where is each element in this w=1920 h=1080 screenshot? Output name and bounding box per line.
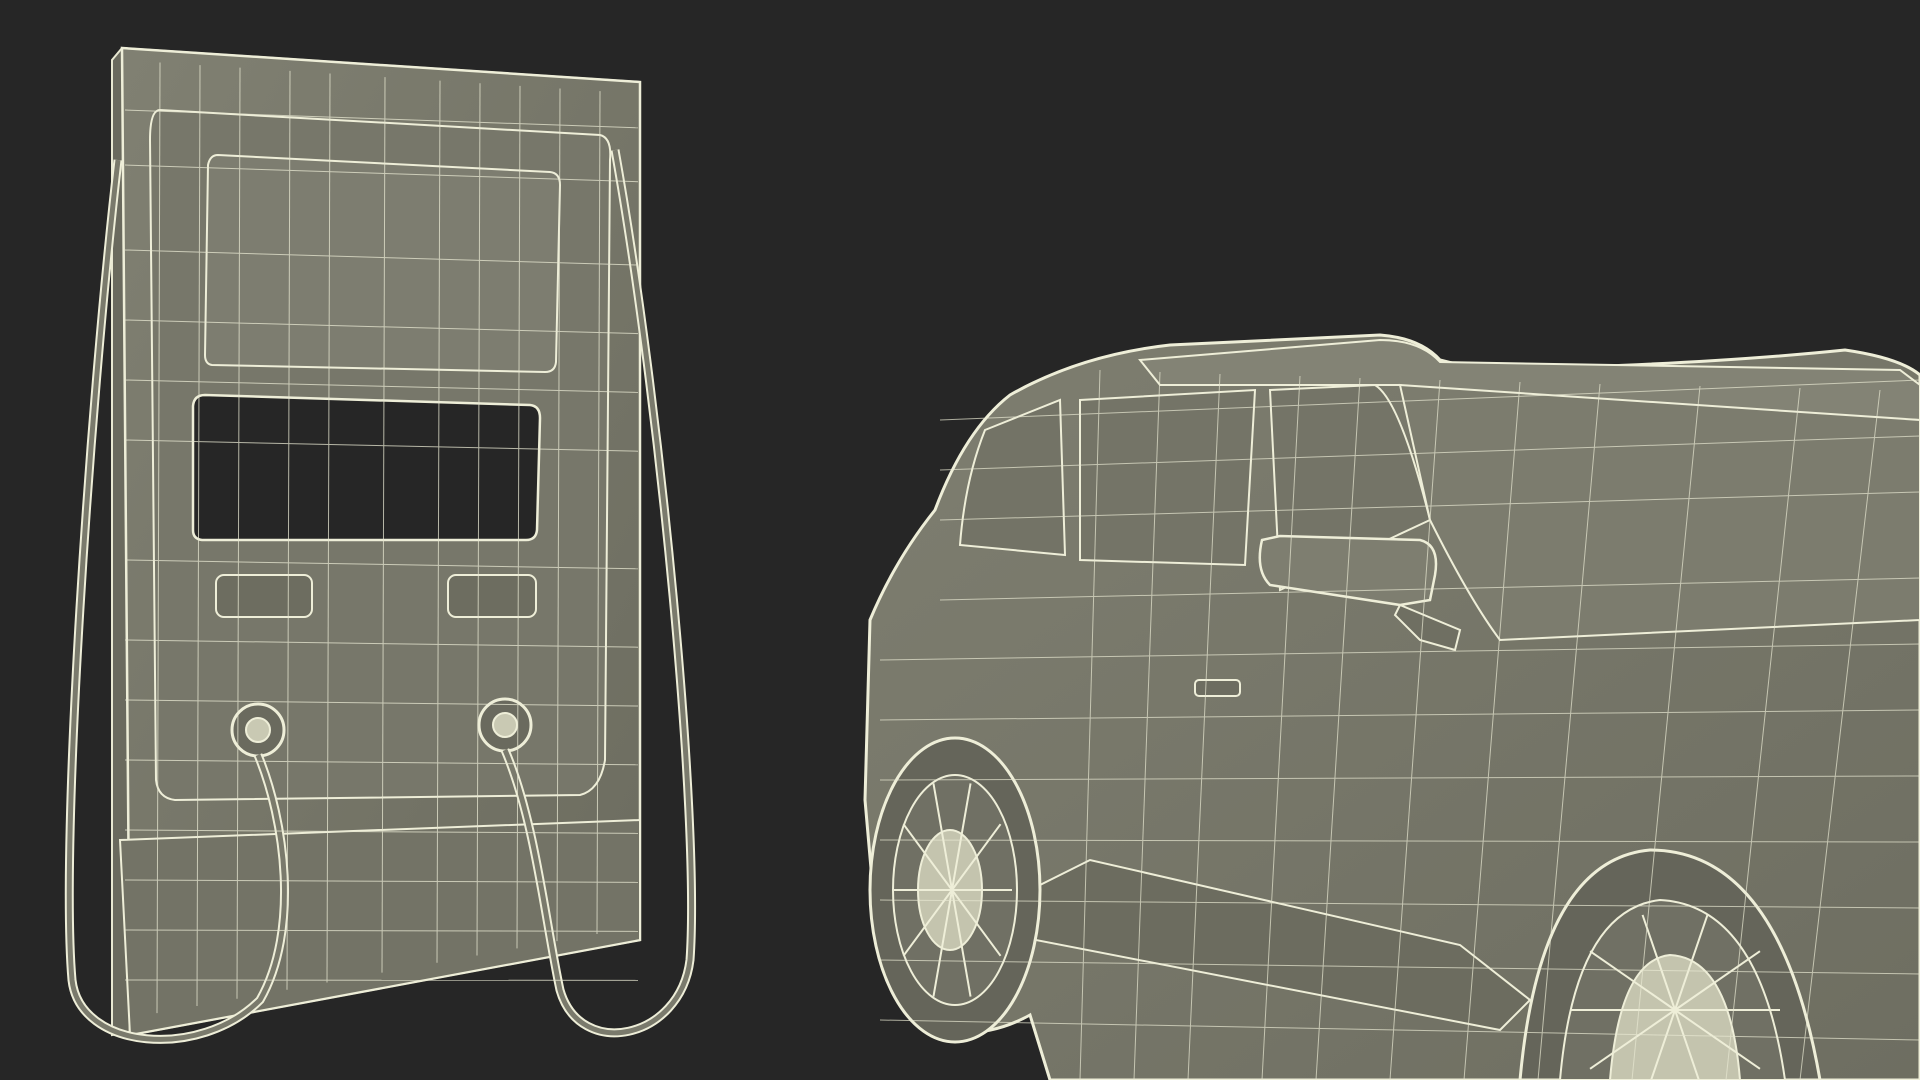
electric-suv [863,333,1920,1080]
car-hood [1398,383,1920,642]
station-socket-left-core [245,717,271,743]
charging-station [64,46,697,1044]
station-button-right [447,574,537,618]
station-screen [203,153,562,374]
station-button-left [215,574,313,618]
car-rear-wheel [868,736,1042,1044]
car-middle-window [1079,388,1257,567]
station-socket-right-core [492,712,518,738]
station-display-cutout [191,393,542,542]
car-door-handle [1194,679,1241,697]
wireframe-render-scene [0,0,1920,1080]
